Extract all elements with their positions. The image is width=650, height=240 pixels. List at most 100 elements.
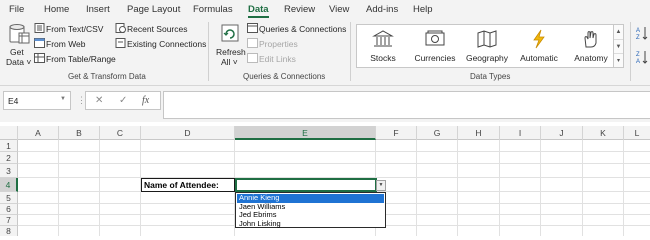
gridline [582, 140, 583, 236]
text-file-icon [34, 23, 45, 33]
column-header[interactable]: B [59, 126, 100, 140]
properties-icon [247, 38, 258, 48]
row-header[interactable]: 5 [0, 192, 18, 204]
data-types-gallery: Stocks Currencies Geography Automatic An… [356, 24, 614, 68]
tab-page-layout[interactable]: Page Layout [127, 4, 180, 15]
gridline [99, 140, 100, 236]
table-icon [34, 53, 45, 63]
group-separator [630, 22, 631, 81]
gridline [457, 140, 458, 236]
web-icon [34, 38, 45, 48]
gridline [18, 151, 650, 152]
cancel-icon[interactable]: ✕ [95, 95, 103, 106]
formula-bar: E4 ▼ ⋮ ✕ ✓ fx [0, 86, 650, 122]
row-header-selected[interactable]: 4 [0, 178, 18, 192]
get-data-icon[interactable] [8, 22, 30, 44]
properties-button[interactable]: Properties [259, 39, 298, 49]
validation-dropdown-list: Annie Kieng Jaen Williams Jed Ebrims Joh… [235, 192, 386, 228]
column-header[interactable]: D [141, 126, 235, 140]
queries-connections-button[interactable]: Queries & Connections [259, 24, 346, 34]
tab-home[interactable]: Home [44, 4, 69, 15]
gallery-scroll[interactable]: ▲ ▼ ▾ [614, 24, 624, 68]
get-data-label[interactable]: Get [10, 47, 24, 57]
row-header[interactable]: 2 [0, 152, 18, 164]
column-header[interactable]: C [100, 126, 141, 140]
svg-text:A: A [636, 59, 640, 65]
row-header[interactable]: 1 [0, 140, 18, 152]
tab-insert[interactable]: Insert [86, 4, 110, 15]
active-tab-underline [248, 16, 269, 18]
cell-d4-label[interactable]: Name of Attendee: [141, 178, 235, 192]
row-header[interactable]: 3 [0, 164, 18, 178]
tab-add-ins[interactable]: Add-ins [366, 4, 398, 15]
tab-file[interactable]: File [9, 4, 24, 15]
column-header[interactable]: K [583, 126, 624, 140]
gridline [623, 140, 624, 236]
chevron-down-icon[interactable]: ▼ [60, 96, 66, 102]
tab-view[interactable]: View [329, 4, 349, 15]
refresh-all-icon[interactable] [219, 22, 241, 44]
column-header[interactable]: I [500, 126, 541, 140]
insert-function-icon[interactable]: fx [142, 95, 149, 106]
sort-ascending-icon[interactable]: AZ [636, 25, 648, 41]
lightning-icon [533, 29, 545, 49]
recent-sources-button[interactable]: Recent Sources [127, 24, 187, 34]
svg-text:Z: Z [636, 35, 640, 41]
enter-icon[interactable]: ✓ [119, 95, 127, 106]
name-box-value: E4 [8, 96, 19, 106]
row-header[interactable]: 7 [0, 215, 18, 226]
gridline [58, 140, 59, 236]
column-header[interactable]: G [417, 126, 458, 140]
data-type-geography-label: Geography [465, 53, 509, 63]
data-types-group-label: Data Types [470, 72, 511, 81]
from-table-range-button[interactable]: From Table/Range [46, 54, 116, 64]
data-type-stocks[interactable]: Stocks [357, 25, 409, 67]
validation-dropdown-button[interactable]: ▼ [376, 180, 386, 191]
from-text-csv-button[interactable]: From Text/CSV [46, 24, 103, 34]
data-type-geography[interactable]: Geography [461, 25, 513, 67]
get-transform-group-label: Get & Transform Data [68, 72, 146, 81]
column-header[interactable]: H [458, 126, 500, 140]
name-box[interactable]: E4 ▼ [3, 91, 71, 110]
column-header[interactable]: L [624, 126, 650, 140]
formula-input[interactable] [163, 91, 650, 119]
gridline [499, 140, 500, 236]
tab-review[interactable]: Review [284, 4, 315, 15]
gallery-scroll-down-icon[interactable]: ▼ [614, 40, 623, 55]
queries-connections-icon [247, 23, 258, 33]
ribbon-tabs: File Home Insert Page Layout Formulas Da… [0, 0, 650, 19]
edit-links-button[interactable]: Edit Links [259, 54, 296, 64]
refresh-all-label-2[interactable]: All ˅ [221, 57, 238, 67]
group-separator [208, 22, 209, 81]
gallery-scroll-up-icon[interactable]: ▲ [614, 25, 623, 40]
recent-sources-icon [115, 23, 126, 33]
refresh-all-label[interactable]: Refresh [216, 47, 246, 57]
bank-icon [372, 30, 394, 47]
data-type-currencies[interactable]: Currencies [409, 25, 461, 67]
currency-icon [425, 30, 445, 46]
gallery-expand-icon[interactable]: ▾ [614, 54, 623, 69]
column-header[interactable]: J [541, 126, 583, 140]
get-data-label-2[interactable]: Data ˅ [6, 57, 31, 67]
tab-data[interactable]: Data [248, 4, 269, 15]
group-separator [350, 22, 351, 81]
select-all-corner[interactable] [0, 126, 18, 140]
data-type-anatomy[interactable]: Anatomy [565, 25, 617, 67]
tab-help[interactable]: Help [413, 4, 433, 15]
column-header[interactable]: A [18, 126, 59, 140]
row-header[interactable]: 6 [0, 204, 18, 215]
row-header[interactable]: 8 [0, 226, 18, 236]
data-type-automatic-label: Automatic [520, 53, 558, 63]
dropdown-option[interactable]: John Lisking [237, 219, 384, 229]
column-header-selected[interactable]: E [235, 126, 376, 140]
sort-descending-icon[interactable]: ZA [636, 49, 648, 65]
from-web-button[interactable]: From Web [46, 39, 86, 49]
column-header[interactable]: F [376, 126, 417, 140]
svg-text:Z: Z [636, 52, 640, 58]
data-type-automatic[interactable]: Automatic [513, 25, 565, 67]
existing-connections-button[interactable]: Existing Connections [127, 39, 206, 49]
hand-icon [584, 31, 597, 48]
active-cell-e4[interactable] [235, 178, 377, 192]
tab-formulas[interactable]: Formulas [193, 4, 233, 15]
svg-text:A: A [636, 28, 640, 34]
